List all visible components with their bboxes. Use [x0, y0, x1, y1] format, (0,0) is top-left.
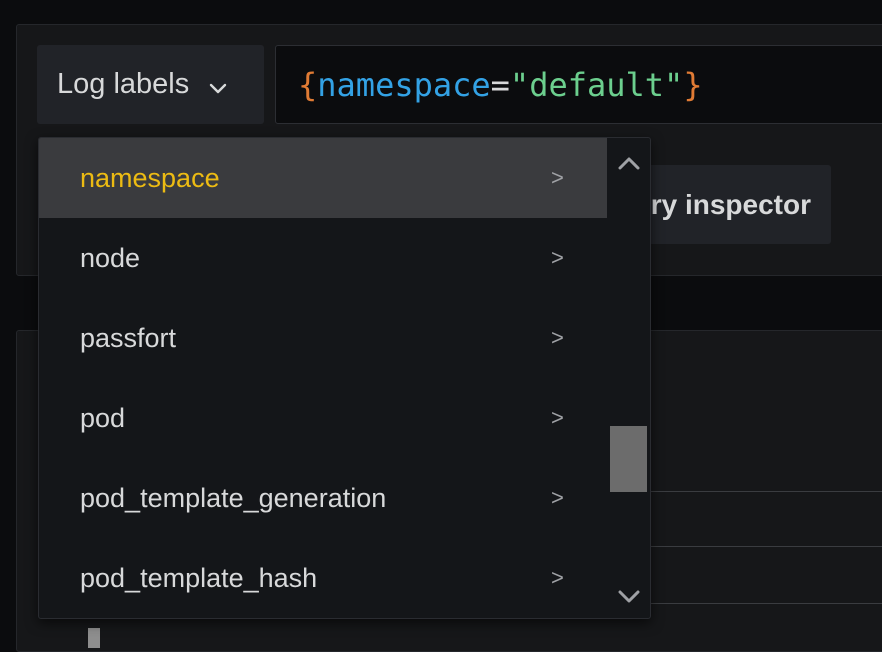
- scroll-up-icon[interactable]: [615, 150, 643, 178]
- label-item-passfort[interactable]: passfort >: [39, 298, 607, 378]
- label-item-pod-template-generation[interactable]: pod_template_generation >: [39, 458, 607, 538]
- divider: [650, 603, 882, 604]
- log-labels-label: Log labels: [57, 68, 190, 100]
- label-item-text: pod: [80, 402, 126, 433]
- expand-arrow-icon: >: [551, 245, 564, 270]
- expand-arrow-icon: >: [551, 485, 564, 510]
- query-operator: =: [490, 65, 510, 104]
- divider: [650, 546, 882, 547]
- query-close-brace: }: [683, 65, 703, 104]
- scroll-down-icon[interactable]: [615, 582, 643, 610]
- label-item-text: pod_template_generation: [80, 482, 387, 513]
- log-labels-button[interactable]: Log labels: [37, 45, 264, 124]
- label-list: namespace > node > passfort > pod > pod_…: [39, 138, 607, 618]
- label-item-node[interactable]: node >: [39, 218, 607, 298]
- label-item-pod[interactable]: pod >: [39, 378, 607, 458]
- query-input[interactable]: {namespace = "default"}: [275, 45, 882, 124]
- expand-arrow-icon: >: [551, 165, 564, 190]
- query-label-value: "default": [509, 65, 684, 104]
- label-item-text: pod_template_hash: [80, 562, 318, 593]
- scrollbar-thumb[interactable]: [610, 426, 647, 492]
- label-dropdown: namespace > node > passfort > pod > pod_…: [38, 137, 651, 619]
- label-item-text: passfort: [80, 322, 177, 353]
- label-item-text: namespace: [80, 162, 220, 193]
- expand-arrow-icon: >: [551, 405, 564, 430]
- label-item-namespace[interactable]: namespace >: [39, 138, 607, 218]
- query-inspector-label: ry inspector: [650, 188, 811, 220]
- divider: [650, 491, 882, 492]
- query-open-brace: {: [298, 65, 318, 104]
- graph-bar: [88, 628, 100, 648]
- expand-arrow-icon: >: [551, 565, 564, 590]
- label-item-pod-template-hash[interactable]: pod_template_hash >: [39, 538, 607, 618]
- dropdown-scrollbar[interactable]: [607, 138, 650, 618]
- expand-arrow-icon: >: [551, 325, 564, 350]
- query-label-key: namespace: [317, 65, 491, 104]
- label-item-text: node: [80, 242, 141, 273]
- chevron-down-icon: [207, 74, 229, 96]
